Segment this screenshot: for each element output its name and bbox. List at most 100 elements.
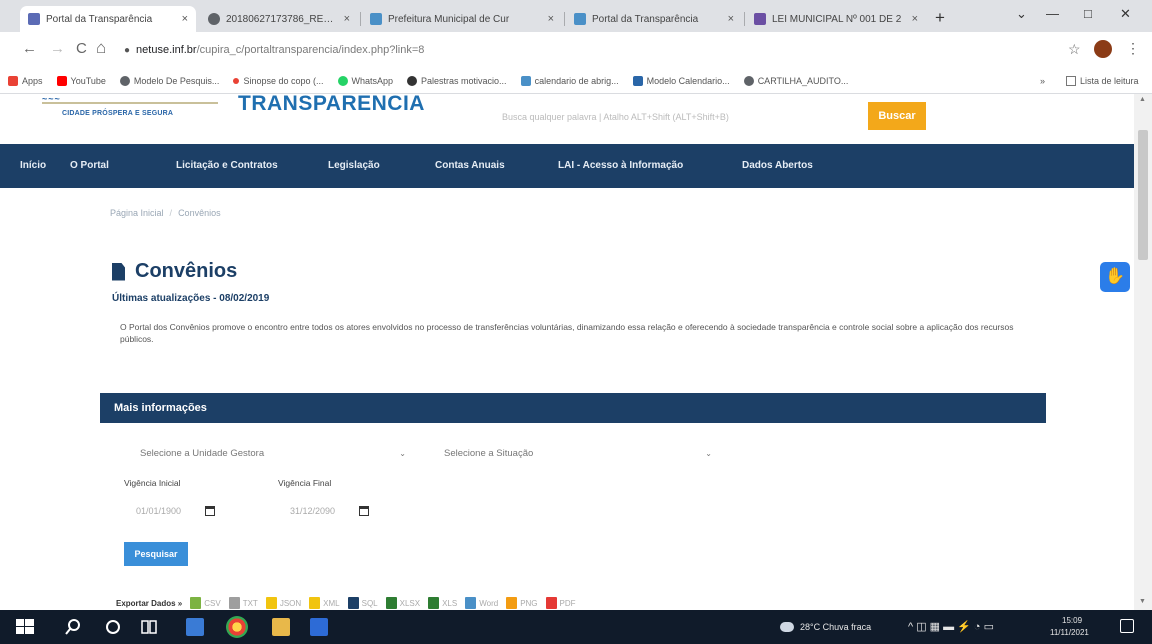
app-icon[interactable]: [186, 618, 204, 636]
export-xlsx[interactable]: XLSX: [385, 597, 420, 609]
word-icon: [465, 597, 477, 609]
tab-portal-transparencia-2[interactable]: Portal da Transparência ×: [566, 6, 742, 32]
bookmark-modelo-pesquisa[interactable]: Modelo De Pesquis...: [119, 75, 220, 86]
nav-inicio[interactable]: Início: [20, 160, 46, 171]
page-title: Convênios: [135, 260, 238, 282]
system-tray-icons[interactable]: ^ ◫ ▦ ▬ ⚡ ◔ ▭: [908, 620, 994, 633]
nav-dados-abertos[interactable]: Dados Abertos: [742, 160, 813, 171]
png-icon: [506, 597, 518, 609]
search-button[interactable]: Buscar: [868, 102, 926, 130]
bookmarks-more-button[interactable]: »: [1040, 68, 1045, 93]
tab-lei-municipal[interactable]: LEI MUNICIPAL Nº 001 DE 2 ×: [746, 6, 926, 32]
scroll-up-arrow-icon[interactable]: ▲: [1139, 96, 1146, 103]
calendar-icon[interactable]: [205, 506, 216, 516]
sql-icon: [347, 597, 359, 609]
tab-close-icon[interactable]: ×: [182, 13, 188, 25]
search-icon[interactable]: [64, 618, 82, 636]
vigencia-final-field[interactable]: 31/12/2090: [290, 500, 370, 522]
chevron-down-icon: ⌄: [399, 448, 406, 458]
home-button[interactable]: ⌂: [96, 38, 106, 58]
export-json[interactable]: JSON: [265, 597, 302, 609]
export-word[interactable]: Word: [465, 597, 498, 609]
weather-text[interactable]: 28°C Chuva fraca: [800, 622, 871, 632]
export-label: Exportar Dados »: [116, 598, 183, 608]
forward-button[interactable]: →: [50, 40, 65, 57]
bookmark-whatsapp[interactable]: WhatsApp: [337, 75, 393, 86]
portal-favicon-icon: [574, 13, 586, 25]
back-button[interactable]: ←: [22, 40, 37, 57]
page-scrollbar[interactable]: ▲ ▼: [1134, 94, 1152, 610]
chrome-taskbar-icon[interactable]: [226, 616, 248, 638]
bookmark-label: Modelo De Pesquis...: [133, 75, 220, 86]
export-format: JSON: [279, 598, 302, 608]
tab-close-icon[interactable]: ×: [912, 13, 918, 25]
site-search-input[interactable]: [496, 104, 858, 130]
tab-close-icon[interactable]: ×: [344, 13, 350, 25]
tab-prefeitura[interactable]: Prefeitura Municipal de Cur ×: [362, 6, 562, 32]
export-format: PNG: [520, 598, 538, 608]
nav-licitacao-contratos[interactable]: Licitação e Contratos: [176, 160, 278, 171]
export-pdf[interactable]: PDF: [545, 597, 576, 609]
windows-start-icon[interactable]: [16, 618, 34, 636]
nav-lai-acesso-informacao[interactable]: LAI - Acesso à Informação: [558, 160, 683, 171]
select-value: Selecione a Situação: [444, 447, 534, 459]
export-xml[interactable]: XML: [309, 597, 340, 609]
minimize-button[interactable]: —: [1046, 6, 1059, 21]
scrollbar-thumb[interactable]: [1138, 130, 1148, 260]
tab-close-icon[interactable]: ×: [548, 13, 554, 25]
nav-o-portal[interactable]: O Portal: [70, 160, 109, 171]
accessibility-hand-icon[interactable]: ✋: [1100, 262, 1130, 292]
bookmark-label: CARTILHA_AUDITO...: [757, 75, 849, 86]
situacao-select[interactable]: Selecione a Situação ⌄: [444, 442, 712, 464]
export-txt[interactable]: TXT: [228, 597, 258, 609]
main-navigation: Início O Portal Licitação e Contratos Le…: [0, 144, 1134, 188]
tab-portal-transparencia[interactable]: Portal da Transparência ×: [20, 6, 196, 32]
reload-button[interactable]: C: [76, 40, 87, 57]
bookmark-cartilha[interactable]: CARTILHA_AUDITO...: [743, 75, 849, 86]
new-tab-button[interactable]: +: [935, 8, 945, 28]
export-xls[interactable]: XLS: [428, 597, 457, 609]
calendar-icon[interactable]: [359, 506, 370, 516]
export-sql[interactable]: SQL: [347, 597, 378, 609]
bookmark-apps[interactable]: Apps: [8, 75, 43, 86]
bookmark-modelo-calendario[interactable]: Modelo Calendario...: [632, 75, 730, 86]
xlsx-icon: [385, 597, 397, 609]
clock-time[interactable]: 15:09: [1062, 616, 1082, 625]
export-format: TXT: [242, 598, 258, 608]
clock-date[interactable]: 11/11/2021: [1050, 628, 1089, 637]
pesquisar-button[interactable]: Pesquisar: [124, 542, 188, 566]
export-csv[interactable]: CSV: [190, 597, 221, 609]
tab-label: LEI MUNICIPAL Nº 001 DE 2: [772, 13, 902, 25]
reading-list-button[interactable]: Lista de leitura: [1066, 68, 1139, 93]
bookmark-calendario[interactable]: calendario de abrig...: [520, 75, 619, 86]
menu-kebab-icon[interactable]: ⋮: [1126, 40, 1140, 57]
notification-icon[interactable]: [1120, 619, 1134, 633]
nav-legislacao[interactable]: Legislação: [328, 160, 380, 171]
export-row: Exportar Dados » CSV TXT JSON XML SQL XL…: [116, 597, 584, 609]
bookmark-star-icon[interactable]: ☆: [1068, 41, 1081, 58]
site-title[interactable]: TRANSPARÊNCIA: [238, 94, 425, 116]
chevron-down-icon: ⌄: [705, 448, 712, 458]
file-explorer-icon[interactable]: [272, 618, 290, 636]
vigencia-inicial-field[interactable]: 01/01/1900: [136, 500, 216, 522]
url-field[interactable]: ● netuse.inf.br /cupira_c/portaltranspar…: [124, 38, 1084, 62]
tab-label: Portal da Transparência: [592, 13, 699, 25]
bookmark-youtube[interactable]: YouTube: [56, 75, 106, 86]
cortana-icon[interactable]: [104, 618, 122, 636]
tab-resolucao[interactable]: 20180627173786_RESOLUC ×: [200, 6, 358, 32]
breadcrumb-home[interactable]: Página Inicial: [110, 208, 164, 218]
export-format: CSV: [204, 598, 221, 608]
task-view-icon[interactable]: [140, 618, 158, 636]
tab-search-icon[interactable]: ⌄: [1016, 6, 1027, 22]
maximize-button[interactable]: □: [1084, 6, 1092, 21]
close-window-button[interactable]: ✕: [1120, 6, 1131, 22]
export-png[interactable]: PNG: [506, 597, 538, 609]
tab-close-icon[interactable]: ×: [728, 13, 734, 25]
bookmark-sinopse[interactable]: Sinopse do copo (...: [233, 76, 324, 86]
profile-avatar[interactable]: [1094, 40, 1112, 58]
unidade-gestora-select[interactable]: Selecione a Unidade Gestora ⌄: [140, 442, 406, 464]
bookmark-palestras[interactable]: Palestras motivacio...: [407, 75, 507, 86]
app-icon[interactable]: [310, 618, 328, 636]
scroll-down-arrow-icon[interactable]: ▼: [1139, 598, 1146, 605]
nav-contas-anuais[interactable]: Contas Anuais: [435, 160, 505, 171]
